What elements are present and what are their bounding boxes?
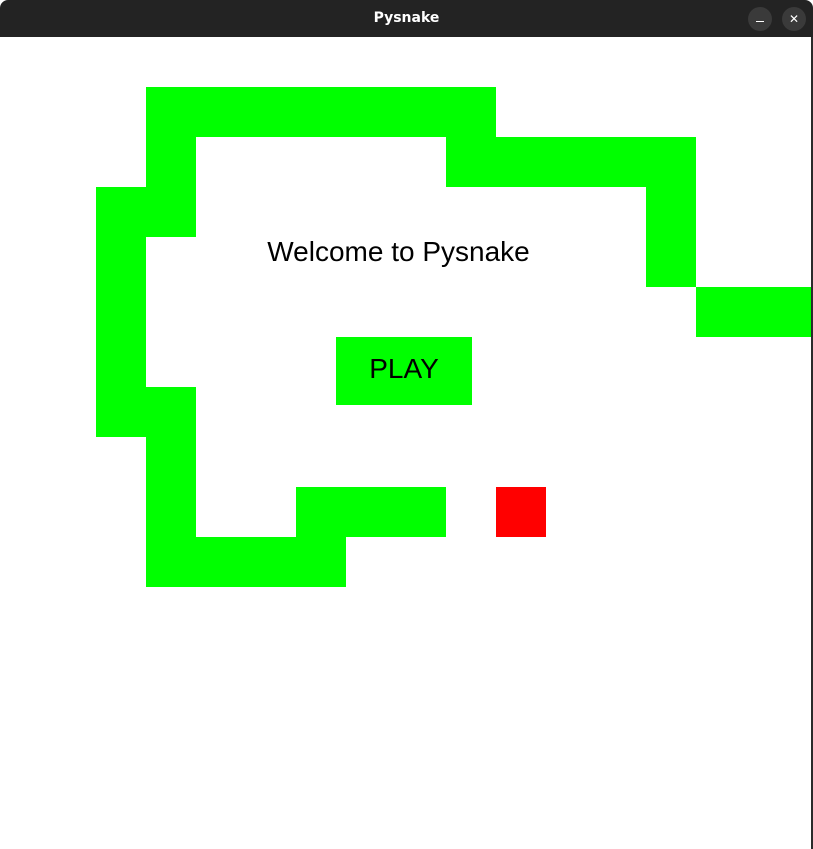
minimize-button[interactable]: [748, 7, 772, 31]
snake-segment: [146, 537, 346, 587]
snake-segment: [446, 137, 696, 187]
snake-segment: [696, 287, 811, 337]
close-button[interactable]: ✕: [782, 7, 806, 31]
game-canvas: Welcome to Pysnake PLAY: [0, 37, 811, 849]
minimize-icon: [756, 21, 764, 22]
title-bar[interactable]: Pysnake ✕: [0, 0, 813, 37]
welcome-text: Welcome to Pysnake: [267, 236, 530, 267]
snake-segment: [96, 387, 196, 437]
snake-segment: [296, 487, 446, 537]
snake-segment: [146, 87, 496, 137]
game-window: Pysnake ✕ Welcome to Pysnake PLAY: [0, 0, 813, 849]
window-title: Pysnake: [373, 10, 440, 26]
snake-segment: [96, 187, 196, 237]
food: [496, 487, 546, 537]
play-button[interactable]: PLAY: [336, 337, 472, 405]
